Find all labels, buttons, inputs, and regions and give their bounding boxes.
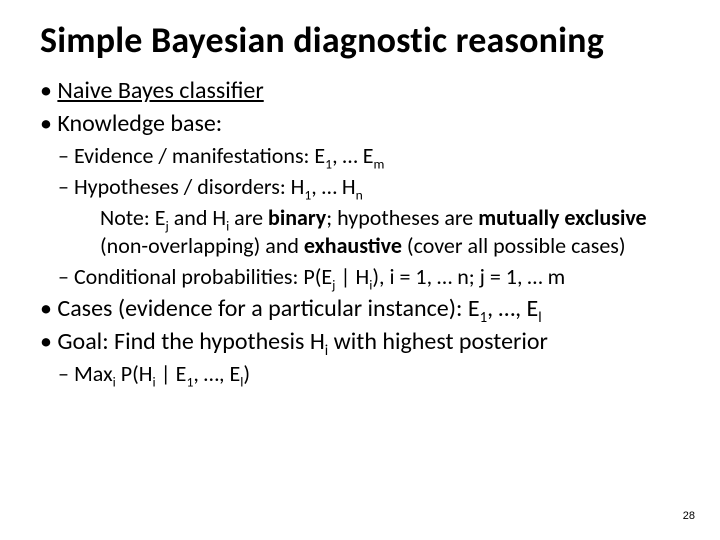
text: (cover all possible cases) bbox=[402, 232, 626, 259]
sub-evidence: Evidence / manifestations: E1, … Em bbox=[58, 142, 690, 169]
text: , … E bbox=[332, 142, 373, 169]
sub-max: Maxi P(Hi | E1, …, El) bbox=[58, 360, 690, 387]
bullet-knowledge-base: Knowledge base: bbox=[40, 109, 690, 138]
bullet-cases: Cases (evidence for a particular instanc… bbox=[40, 294, 690, 323]
text: with highest posterior bbox=[328, 327, 548, 356]
text: Cases (evidence for a particular instanc… bbox=[57, 294, 479, 323]
text: ; hypotheses are bbox=[326, 204, 478, 231]
bold-text: exhaustive bbox=[304, 232, 402, 259]
text: Note: E bbox=[100, 204, 165, 231]
text: | H bbox=[335, 263, 369, 290]
bullet-text: Knowledge base: bbox=[57, 109, 222, 138]
text: Goal: Find the hypothesis H bbox=[57, 327, 324, 356]
text: Hypotheses / disorders: H bbox=[74, 173, 304, 200]
sub-conditional: Conditional probabilities: P(Ej | Hi), i… bbox=[58, 263, 690, 290]
bullet-text: Naive Bayes classifier bbox=[57, 76, 263, 105]
text: Max bbox=[74, 360, 113, 387]
subscript: n bbox=[356, 186, 363, 203]
text: , …, E bbox=[193, 360, 240, 387]
text: P(H bbox=[116, 360, 153, 387]
subscript: m bbox=[373, 155, 384, 172]
bullet-naive-bayes: Naive Bayes classifier bbox=[40, 76, 690, 105]
text: are bbox=[229, 204, 268, 231]
bold-text: binary bbox=[268, 204, 326, 231]
text: Conditional probabilities: P(E bbox=[74, 263, 332, 290]
text: (non-overlapping) and bbox=[100, 232, 304, 259]
subscript: l bbox=[538, 308, 541, 326]
text: | E bbox=[156, 360, 187, 387]
sub-hypotheses: Hypotheses / disorders: H1, … Hn bbox=[58, 173, 690, 200]
slide-title: Simple Bayesian diagnostic reasoning bbox=[40, 18, 690, 62]
bullet-goal: Goal: Find the hypothesis Hi with highes… bbox=[40, 327, 690, 356]
bold-text: mutually exclusive bbox=[478, 204, 646, 231]
text: , … H bbox=[311, 173, 355, 200]
subscript: 1 bbox=[480, 308, 488, 326]
text: and H bbox=[169, 204, 226, 231]
text: , …, E bbox=[487, 294, 538, 323]
note-line: Note: Ej and Hi are binary; hypotheses a… bbox=[100, 204, 690, 259]
text: ) bbox=[243, 360, 250, 387]
text: ), i = 1, … n; j = 1, … m bbox=[372, 263, 565, 290]
text: Evidence / manifestations: E bbox=[74, 142, 325, 169]
page-number: 28 bbox=[683, 510, 695, 522]
slide: Simple Bayesian diagnostic reasoning Nai… bbox=[0, 0, 720, 540]
